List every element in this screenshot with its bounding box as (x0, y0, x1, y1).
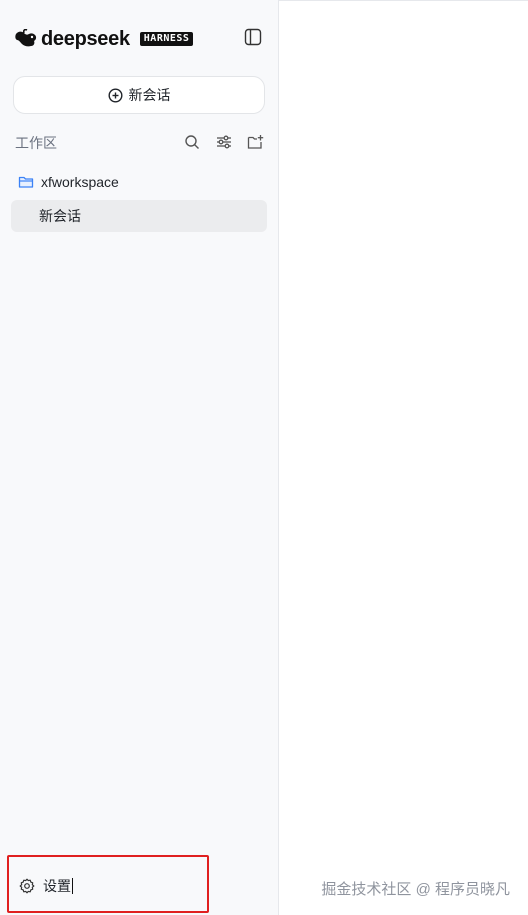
search-icon[interactable] (183, 132, 201, 152)
session-item-label: 新会话 (39, 208, 81, 224)
sidebar-toggle-icon (244, 28, 262, 51)
workspace-title: 工作区 (15, 135, 57, 151)
new-chat-button[interactable]: 新会话 (13, 76, 265, 114)
main-content-area (279, 0, 528, 915)
sidebar: deepseek HARNESS 新会话 工作区 xfworkspace 新会话… (0, 0, 279, 915)
brand-badge: HARNESS (139, 32, 194, 46)
brand-name: deepseek (41, 28, 130, 50)
plus-circle-icon (107, 87, 123, 103)
folder-item-xfworkspace[interactable]: xfworkspace (18, 171, 119, 193)
workspace-header: 工作区 (15, 132, 265, 154)
session-item[interactable]: 新会话 (11, 200, 267, 232)
whale-logo-icon (14, 27, 40, 51)
gear-icon (19, 878, 35, 894)
folder-icon (18, 174, 34, 190)
workspace-tools (183, 132, 265, 152)
filter-sliders-icon[interactable] (215, 132, 233, 152)
folder-label: xfworkspace (41, 174, 119, 190)
new-chat-label: 新会话 (128, 87, 171, 103)
settings-highlight-box: 设置 (7, 855, 209, 913)
watermark-text: 掘金技术社区 @ 程序员晓凡 (321, 881, 510, 898)
sidebar-toggle-button[interactable] (242, 28, 264, 50)
add-folder-icon[interactable] (247, 132, 265, 152)
brand: deepseek HARNESS (14, 26, 194, 52)
settings-label: 设置 (43, 878, 73, 894)
settings-button[interactable]: 设置 (19, 878, 73, 894)
